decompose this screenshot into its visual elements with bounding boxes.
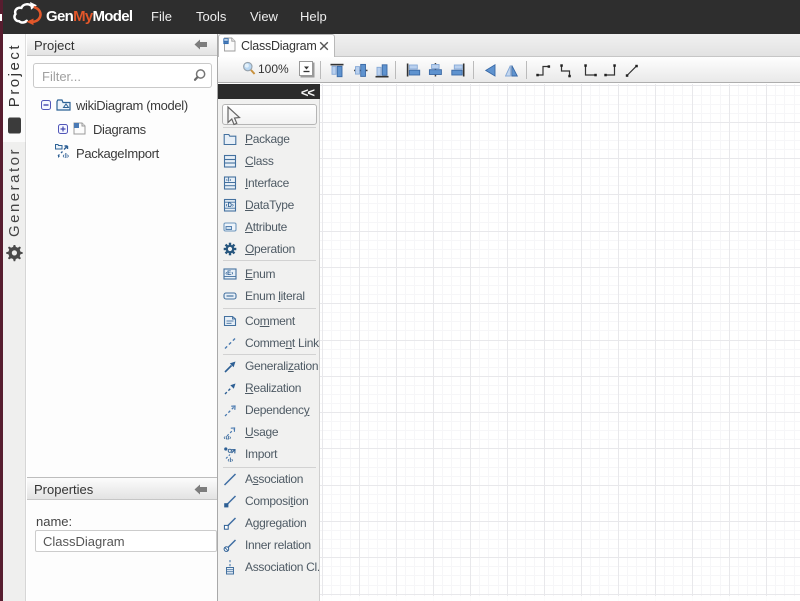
svg-text:‹E›: ‹E›: [225, 271, 233, 277]
svg-text:‹u›: ‹u›: [224, 436, 232, 441]
svg-text:‹D›: ‹D›: [226, 203, 234, 209]
svg-text:‹I›: ‹I›: [63, 153, 70, 159]
svg-text:‹I›: ‹I›: [226, 177, 231, 183]
svg-text:‹I›: ‹I›: [228, 458, 234, 462]
